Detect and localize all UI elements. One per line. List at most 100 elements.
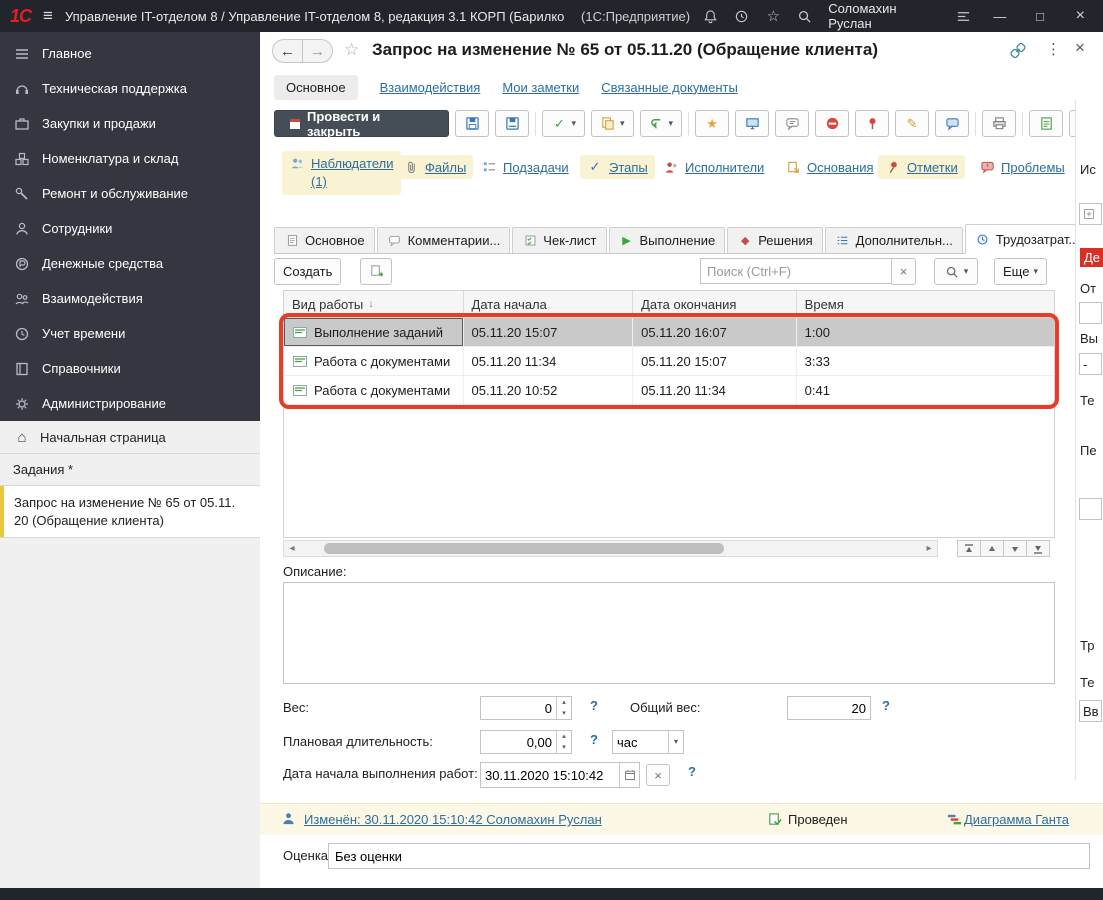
weight-help-icon[interactable]: ? xyxy=(590,698,598,713)
create-button[interactable]: Создать xyxy=(274,258,341,285)
total-weight-help-icon[interactable]: ? xyxy=(882,698,890,713)
marks-link[interactable]: Отметки xyxy=(878,155,965,179)
panel-input-fragment[interactable] xyxy=(1079,498,1102,520)
edit-button[interactable]: ✎ xyxy=(895,110,929,137)
discussion-button[interactable] xyxy=(935,110,969,137)
horizontal-scrollbar[interactable]: ◂ ▸ xyxy=(283,540,938,557)
rating-input[interactable] xyxy=(328,843,1090,869)
panel-input-fragment[interactable]: - xyxy=(1079,353,1102,375)
table-row[interactable]: Работа с документами 05.11.20 11:34 05.1… xyxy=(284,347,1054,376)
sidebar-item-employees[interactable]: Сотрудники xyxy=(0,211,260,246)
detail-tab-additional[interactable]: Дополнительн... xyxy=(825,227,963,253)
panel-input-fragment[interactable]: Вв xyxy=(1079,700,1102,722)
favorite-toggle-icon[interactable]: ☆ xyxy=(344,40,359,60)
planned-duration-field[interactable]: ▴▾ xyxy=(480,730,572,754)
column-header-time[interactable]: Время xyxy=(797,291,1054,317)
problems-link[interactable]: Проблемы xyxy=(972,155,1072,179)
unit-value[interactable] xyxy=(613,731,668,753)
print-button[interactable] xyxy=(982,110,1016,137)
home-page-item[interactable]: ⌂ Начальная страница xyxy=(0,421,260,454)
planned-duration-input[interactable] xyxy=(481,731,556,753)
panel-input-fragment[interactable] xyxy=(1079,302,1102,324)
start-date-clear-button[interactable]: × xyxy=(646,764,670,786)
search-settings-dropdown[interactable]: ▾ xyxy=(934,258,978,285)
sidebar-item-references[interactable]: Справочники xyxy=(0,351,260,386)
create-based-on-dropdown-button[interactable]: ▾ xyxy=(591,110,634,137)
change-state-dropdown-button[interactable]: ▾ xyxy=(640,110,683,137)
detail-tab-labor-costs[interactable]: Трудозатрат... xyxy=(965,224,1089,254)
sidebar-item-money[interactable]: Денежные средства xyxy=(0,246,260,281)
notifications-bell-icon[interactable] xyxy=(702,8,719,25)
sidebar-item-repair[interactable]: Ремонт и обслуживание xyxy=(0,176,260,211)
tab-my-notes[interactable]: Мои заметки xyxy=(502,80,579,95)
detail-tab-comments[interactable]: Комментарии... xyxy=(377,227,511,253)
more-button[interactable]: Еще ▾ xyxy=(994,258,1047,285)
scroll-right-icon[interactable]: ▸ xyxy=(921,543,937,554)
detail-tab-solutions[interactable]: ◆ Решения xyxy=(727,227,822,253)
global-search-icon[interactable] xyxy=(797,8,814,25)
start-date-input[interactable] xyxy=(481,763,619,787)
scrollbar-thumb[interactable] xyxy=(324,543,724,554)
tab-related-documents[interactable]: Связанные документы xyxy=(601,80,738,95)
table-row[interactable]: Выполнение заданий 05.11.20 15:07 05.11.… xyxy=(284,318,1054,347)
favorites-star-icon[interactable]: ☆ xyxy=(765,8,782,25)
sidebar-item-timekeeping[interactable]: Учет времени xyxy=(0,316,260,351)
close-window-button[interactable]: × xyxy=(1068,7,1093,25)
column-header-end[interactable]: Дата окончания xyxy=(633,291,797,317)
stages-link[interactable]: ✓ Этапы xyxy=(580,155,655,179)
total-weight-field[interactable] xyxy=(787,696,871,720)
main-menu-icon[interactable]: ≡ xyxy=(43,6,53,26)
start-date-help-icon[interactable]: ? xyxy=(688,764,696,779)
remote-screen-button[interactable] xyxy=(735,110,769,137)
modified-link[interactable]: Изменён: 30.11.2020 15:10:42 Соломахин Р… xyxy=(304,812,602,827)
approve-dropdown-button[interactable]: ✓ ▾ xyxy=(542,110,585,137)
planned-duration-spinner[interactable]: ▴▾ xyxy=(556,731,571,753)
description-textarea[interactable] xyxy=(283,582,1055,684)
planned-duration-help-icon[interactable]: ? xyxy=(590,732,598,747)
save-button[interactable] xyxy=(455,110,489,137)
weight-spinner[interactable]: ▴▾ xyxy=(556,697,571,719)
pin-button[interactable] xyxy=(855,110,889,137)
create-copy-button[interactable] xyxy=(360,258,392,285)
scroll-left-icon[interactable]: ◂ xyxy=(284,543,300,554)
panel-settings-icon[interactable] xyxy=(956,8,973,25)
knowledge-base-button[interactable] xyxy=(1029,110,1063,137)
grounds-link[interactable]: Основания xyxy=(778,155,881,179)
column-header-start[interactable]: Дата начала xyxy=(464,291,634,317)
search-input[interactable] xyxy=(700,258,892,284)
nav-back-button[interactable]: ← xyxy=(272,39,303,63)
get-link-icon[interactable] xyxy=(1010,42,1026,58)
sidebar-item-interactions[interactable]: Взаимодействия xyxy=(0,281,260,316)
files-link[interactable]: Файлы xyxy=(396,155,473,179)
sidebar-item-support[interactable]: Техническая поддержка xyxy=(0,71,260,106)
weight-field[interactable]: ▴▾ xyxy=(480,696,572,720)
current-user[interactable]: Соломахин Руслан xyxy=(828,1,940,31)
more-actions-kebab-icon[interactable]: ⋮ xyxy=(1046,40,1061,58)
tab-main[interactable]: Основное xyxy=(274,75,358,100)
tab-interactions[interactable]: Взаимодействия xyxy=(380,80,481,95)
sidebar-item-administration[interactable]: Администрирование xyxy=(0,386,260,421)
history-icon[interactable] xyxy=(734,8,751,25)
add-favorite-button[interactable]: ★ xyxy=(695,110,729,137)
column-header-kind[interactable]: Вид работы ↓ xyxy=(284,291,464,317)
start-date-field[interactable] xyxy=(480,762,640,788)
sidebar-item-stock[interactable]: Номенклатура и склад xyxy=(0,141,260,176)
executors-link[interactable]: Исполнители xyxy=(656,155,771,179)
note-button[interactable] xyxy=(775,110,809,137)
go-last-button[interactable] xyxy=(1026,540,1050,557)
post-and-close-button[interactable]: Провести и закрыть xyxy=(274,110,449,137)
calendar-button[interactable] xyxy=(619,763,639,787)
panel-button-fragment[interactable] xyxy=(1079,203,1102,225)
subtasks-link[interactable]: Подзадачи xyxy=(474,155,576,179)
forbid-button[interactable] xyxy=(815,110,849,137)
detail-tab-main[interactable]: Основное xyxy=(274,227,375,253)
table-row[interactable]: Работа с документами 05.11.20 10:52 05.1… xyxy=(284,376,1054,405)
sidebar-item-purchases[interactable]: Закупки и продажи xyxy=(0,106,260,141)
go-first-button[interactable] xyxy=(957,540,981,557)
nav-forward-button[interactable]: → xyxy=(302,39,333,63)
unit-dropdown-icon[interactable]: ▾ xyxy=(668,731,683,753)
detail-tab-execution[interactable]: ▶ Выполнение xyxy=(609,227,726,253)
minimize-button[interactable]: — xyxy=(987,9,1012,24)
gantt-link[interactable]: Диаграмма Ганта xyxy=(964,812,1069,827)
search-clear-button[interactable]: × xyxy=(892,258,916,285)
